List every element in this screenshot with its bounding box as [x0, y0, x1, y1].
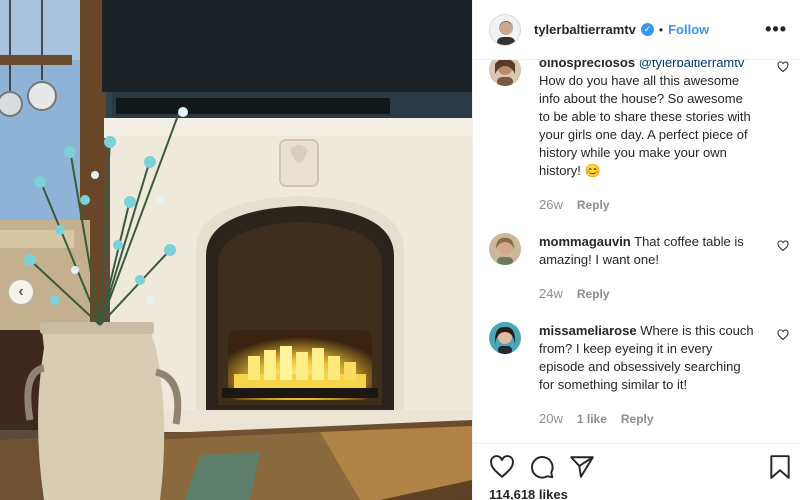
commenter-avatar-image	[489, 233, 521, 265]
comment-meta: 20w 1 like Reply	[539, 410, 757, 428]
author-username[interactable]: tylerbaltierramtv	[534, 22, 636, 37]
post-actions-bar: 114,618 likes	[473, 443, 800, 500]
comment-meta: 24w Reply	[539, 285, 757, 303]
commenter-avatar-image	[489, 60, 521, 86]
comments-list[interactable]: olnospreciosos @tylerbaltierramtv How do…	[473, 60, 800, 443]
comment-body: mommagauvin That coffee table is amazing…	[539, 233, 757, 303]
comment-time[interactable]: 26w	[539, 196, 563, 214]
bookmark-icon[interactable]	[767, 454, 793, 480]
comment-body: missameliarose Where is this couch from?…	[539, 322, 757, 428]
comment-item: olnospreciosos @tylerbaltierramtv How do…	[489, 60, 789, 214]
comment-meta: 26w Reply	[539, 196, 757, 214]
commenter-avatar[interactable]	[489, 60, 521, 86]
follow-button[interactable]: Follow	[668, 22, 709, 37]
commenter-avatar-image	[489, 322, 521, 354]
comment-like-count[interactable]: 1 like	[577, 410, 607, 428]
comment-username[interactable]: mommagauvin	[539, 234, 631, 249]
paper-plane-icon[interactable]	[569, 454, 595, 480]
comment-username[interactable]: missameliarose	[539, 323, 637, 338]
separator-dot: •	[658, 22, 664, 37]
comment-like-heart-icon[interactable]	[777, 329, 789, 341]
comment-like-heart-icon[interactable]	[777, 240, 789, 252]
comment-text: How do you have all this awesome info ab…	[539, 73, 751, 178]
author-avatar[interactable]	[489, 13, 521, 46]
comment-item: missameliarose Where is this couch from?…	[489, 322, 789, 428]
comment-body: olnospreciosos @tylerbaltierramtv How do…	[539, 60, 757, 214]
reply-button[interactable]: Reply	[621, 410, 654, 428]
heart-icon[interactable]	[489, 454, 515, 480]
chevron-left-icon: ‹	[18, 283, 24, 300]
comment-time[interactable]: 20w	[539, 410, 563, 428]
post-photo[interactable]: ‹	[0, 0, 472, 500]
comment-like-heart-icon[interactable]	[777, 61, 789, 73]
reply-button[interactable]: Reply	[577, 196, 610, 214]
fireplace-photo-illustration	[0, 0, 472, 500]
carousel-prev-button[interactable]: ‹	[8, 279, 34, 305]
post-like-count[interactable]: 114,618 likes	[489, 487, 568, 500]
verified-badge-icon: ✓	[640, 23, 654, 36]
comment-mention[interactable]: @tylerbaltierramtv	[639, 60, 745, 70]
author-avatar-image	[490, 14, 520, 45]
comment-time[interactable]: 24w	[539, 285, 563, 303]
commenter-avatar[interactable]	[489, 233, 521, 265]
comment-icon[interactable]	[529, 454, 555, 480]
more-options-icon[interactable]: •••	[765, 19, 787, 40]
reply-button[interactable]: Reply	[577, 285, 610, 303]
post-sidebar: tylerbaltierramtv ✓ • Follow ••• olnospr…	[472, 0, 800, 500]
post-header: tylerbaltierramtv ✓ • Follow •••	[473, 0, 800, 60]
comment-username[interactable]: olnospreciosos	[539, 60, 635, 70]
comment-item: mommagauvin That coffee table is amazing…	[489, 233, 789, 303]
commenter-avatar[interactable]	[489, 322, 521, 354]
